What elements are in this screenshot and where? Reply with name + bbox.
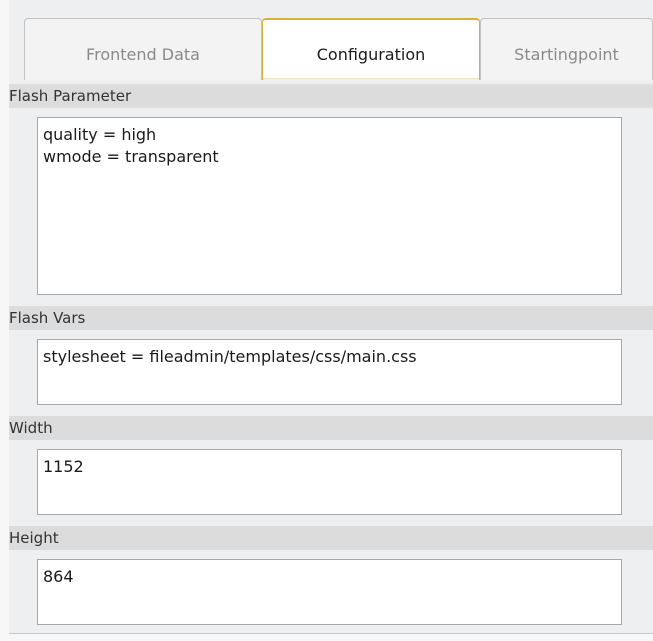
width-textarea[interactable]: 1152 [37,449,622,515]
flash-vars-label: Flash Vars [9,306,653,330]
panel-divider [9,633,653,634]
flash-vars-textarea[interactable]: stylesheet = fileadmin/templates/css/mai… [37,339,622,405]
tab-startingpoint[interactable]: Startingpoint [480,18,653,80]
tab-bar: Frontend Data Configuration Startingpoin… [24,18,653,80]
tab-frontend-data[interactable]: Frontend Data [24,18,262,80]
flash-parameter-textarea[interactable]: quality = high wmode = transparent [37,117,622,295]
height-textarea[interactable]: 864 [37,559,622,625]
width-label: Width [9,416,653,440]
tab-configuration[interactable]: Configuration [262,18,480,80]
height-label: Height [9,526,653,550]
flash-parameter-label: Flash Parameter [9,84,653,108]
